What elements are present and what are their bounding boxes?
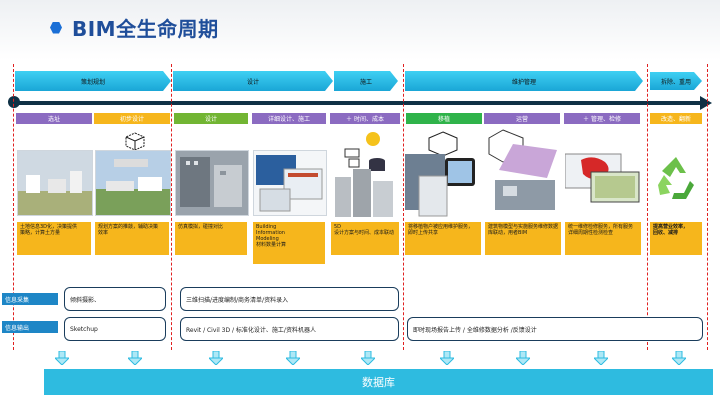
divider-line: [13, 64, 14, 350]
stage-transplant: 移植: [406, 113, 482, 124]
down-arrow-icon: [438, 350, 456, 366]
desc-site-selection: 土地信息3D化，决策提供 策略，计算土方量: [17, 222, 91, 255]
desc-transplant: 将移植物户被应用维护服务， 即时上传共享: [405, 222, 481, 255]
mobile-devices-image: [405, 130, 481, 218]
desc-design: 仿真模拟，碰撞对比: [175, 222, 247, 255]
output-bubble-1: Sketchup: [64, 317, 166, 341]
down-arrow-icon: [126, 350, 144, 366]
divider-line: [647, 64, 648, 350]
stage-design: 设计: [174, 113, 248, 124]
stage-detailed-design: 详细设计、施工: [252, 113, 326, 124]
output-bubble-3: 即时现场报告上传 / 全维修数据分析 /反馈设计: [407, 317, 703, 341]
down-arrow-icon: [514, 350, 532, 366]
down-arrow-icon: [670, 350, 688, 366]
database-bar: 数据库: [44, 369, 713, 395]
collect-bubble-2: 三维扫描/进度编制/商务清单/资料录入: [180, 287, 399, 311]
stage-time-cost: ＋ 时间、成本: [330, 113, 400, 124]
timeline-start-dot: [8, 96, 20, 108]
map-management-image: [565, 150, 641, 206]
desc-detailed-design: Building Information Modeling 材料数量计算: [253, 222, 325, 264]
down-arrow-icon: [592, 350, 610, 366]
side-label-collect: 信息采集: [2, 293, 58, 305]
phase-maintenance: 维护管理: [405, 71, 643, 91]
stage-site-selection: 选址: [16, 113, 92, 124]
desc-management: 统一维修检修服务，所有服务 详细周期性检测检查: [565, 222, 641, 255]
timeline-arrow-icon: [700, 96, 712, 110]
phase-planning: 策划规划: [15, 71, 171, 91]
down-arrow-icon: [53, 350, 71, 366]
divider-line: [403, 64, 404, 350]
recycle-icon: [650, 155, 702, 201]
phase-demolition: 拆除、重用: [650, 72, 702, 90]
divider-line: [707, 64, 708, 350]
operation-model-image: [485, 128, 561, 216]
cube-icon: [124, 131, 146, 151]
hexagon-icon: [50, 21, 62, 34]
desc-operation: 建筑物模型与实施服务维修数据 库联动，用者BIM: [485, 222, 561, 255]
divider-line: [171, 64, 172, 350]
stage-management: ＋ 管理、检修: [564, 113, 640, 124]
desc-preliminary-design: 规划方案的推敲，辅助决策 效率: [95, 222, 169, 255]
simulation-render-image: [175, 150, 249, 216]
down-arrow-icon: [359, 350, 377, 366]
phase-construction: 施工: [334, 71, 398, 91]
desc-time-cost: 5D 设计方案与时间、成本联动: [331, 222, 399, 255]
construction-4d-image: [331, 131, 399, 217]
stage-renovation: 改造、翻新: [650, 113, 702, 124]
page-title: BIM全生命周期: [72, 17, 219, 41]
massing-model-image: [95, 150, 171, 216]
down-arrow-icon: [207, 350, 225, 366]
collect-bubble-1: 倾斜摄影、: [64, 287, 166, 311]
bim-software-image: [253, 150, 327, 216]
desc-renovation: 提高营业效率， 回收、减排: [650, 222, 702, 255]
stage-preliminary-design: 初步设计: [94, 113, 170, 124]
timeline-bar: [10, 101, 707, 105]
phase-design: 设计: [173, 71, 333, 91]
title-bar: BIM全生命周期: [50, 13, 219, 42]
output-bubble-2: Revit / Civil 3D / 标准化设计、施工/资料机器人: [180, 317, 399, 341]
down-arrow-icon: [284, 350, 302, 366]
side-label-output: 信息输出: [2, 321, 58, 333]
stage-operation: 运营: [484, 113, 560, 124]
site-photo-image: [17, 150, 93, 216]
